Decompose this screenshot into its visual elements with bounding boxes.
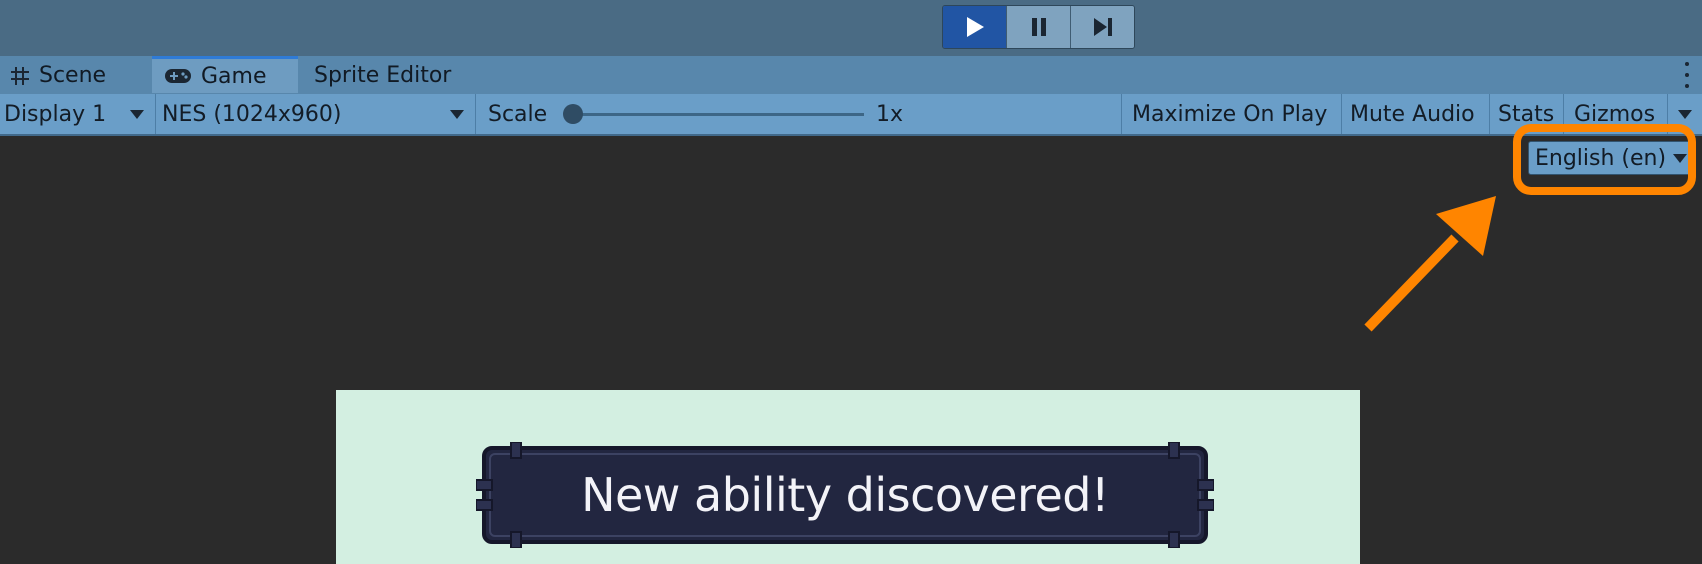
ability-banner: New ability discovered! xyxy=(476,442,1214,548)
mute-audio-label: Mute Audio xyxy=(1350,101,1475,127)
mute-audio-toggle[interactable]: Mute Audio xyxy=(1342,94,1490,134)
gizmos-label: Gizmos xyxy=(1574,101,1656,127)
scale-slider-handle[interactable] xyxy=(563,104,583,124)
maximize-on-play-toggle[interactable]: Maximize On Play xyxy=(1122,94,1342,134)
pause-icon xyxy=(1031,18,1046,36)
maximize-on-play-label: Maximize On Play xyxy=(1132,101,1328,127)
resolution-dropdown[interactable]: NES (1024x960) xyxy=(156,94,476,134)
tab-game[interactable]: Game xyxy=(152,56,298,93)
scale-label: Scale xyxy=(488,101,548,127)
tab-scene-label: Scene xyxy=(39,63,107,88)
play-toolbar xyxy=(0,0,1702,56)
tab-sprite-editor[interactable]: Sprite Editor xyxy=(314,57,484,94)
tab-scene[interactable]: Scene xyxy=(10,57,148,94)
resolution-value: NES (1024x960) xyxy=(162,101,342,127)
game-canvas: New ability discovered! xyxy=(336,390,1360,564)
play-controls xyxy=(942,5,1135,49)
display-value: Display 1 xyxy=(4,101,107,127)
display-dropdown[interactable]: Display 1 xyxy=(0,94,156,134)
step-icon xyxy=(1093,18,1112,36)
annotation-arrow-icon xyxy=(1364,196,1496,332)
gamepad-icon xyxy=(164,67,192,85)
banner-text: New ability discovered! xyxy=(581,468,1109,522)
step-button[interactable] xyxy=(1071,6,1134,48)
highlight-outline xyxy=(1513,124,1696,195)
play-button[interactable] xyxy=(943,6,1007,48)
chevron-down-icon xyxy=(130,110,144,119)
scale-value: 1x xyxy=(876,101,904,127)
chevron-down-icon xyxy=(450,110,464,119)
game-view-toolbar: Display 1 NES (1024x960) Scale 1x Maximi… xyxy=(0,94,1702,136)
tab-sprite-editor-label: Sprite Editor xyxy=(314,63,452,88)
more-options-icon[interactable] xyxy=(1682,62,1692,88)
tab-game-label: Game xyxy=(201,63,267,89)
play-icon xyxy=(966,17,984,37)
pause-button[interactable] xyxy=(1007,6,1071,48)
scale-slider-track[interactable] xyxy=(570,113,864,116)
editor-tab-strip: Scene Game Sprite Editor xyxy=(0,56,1702,94)
stats-label: Stats xyxy=(1498,101,1555,127)
chevron-down-icon xyxy=(1678,110,1692,119)
grid-icon xyxy=(10,66,30,86)
